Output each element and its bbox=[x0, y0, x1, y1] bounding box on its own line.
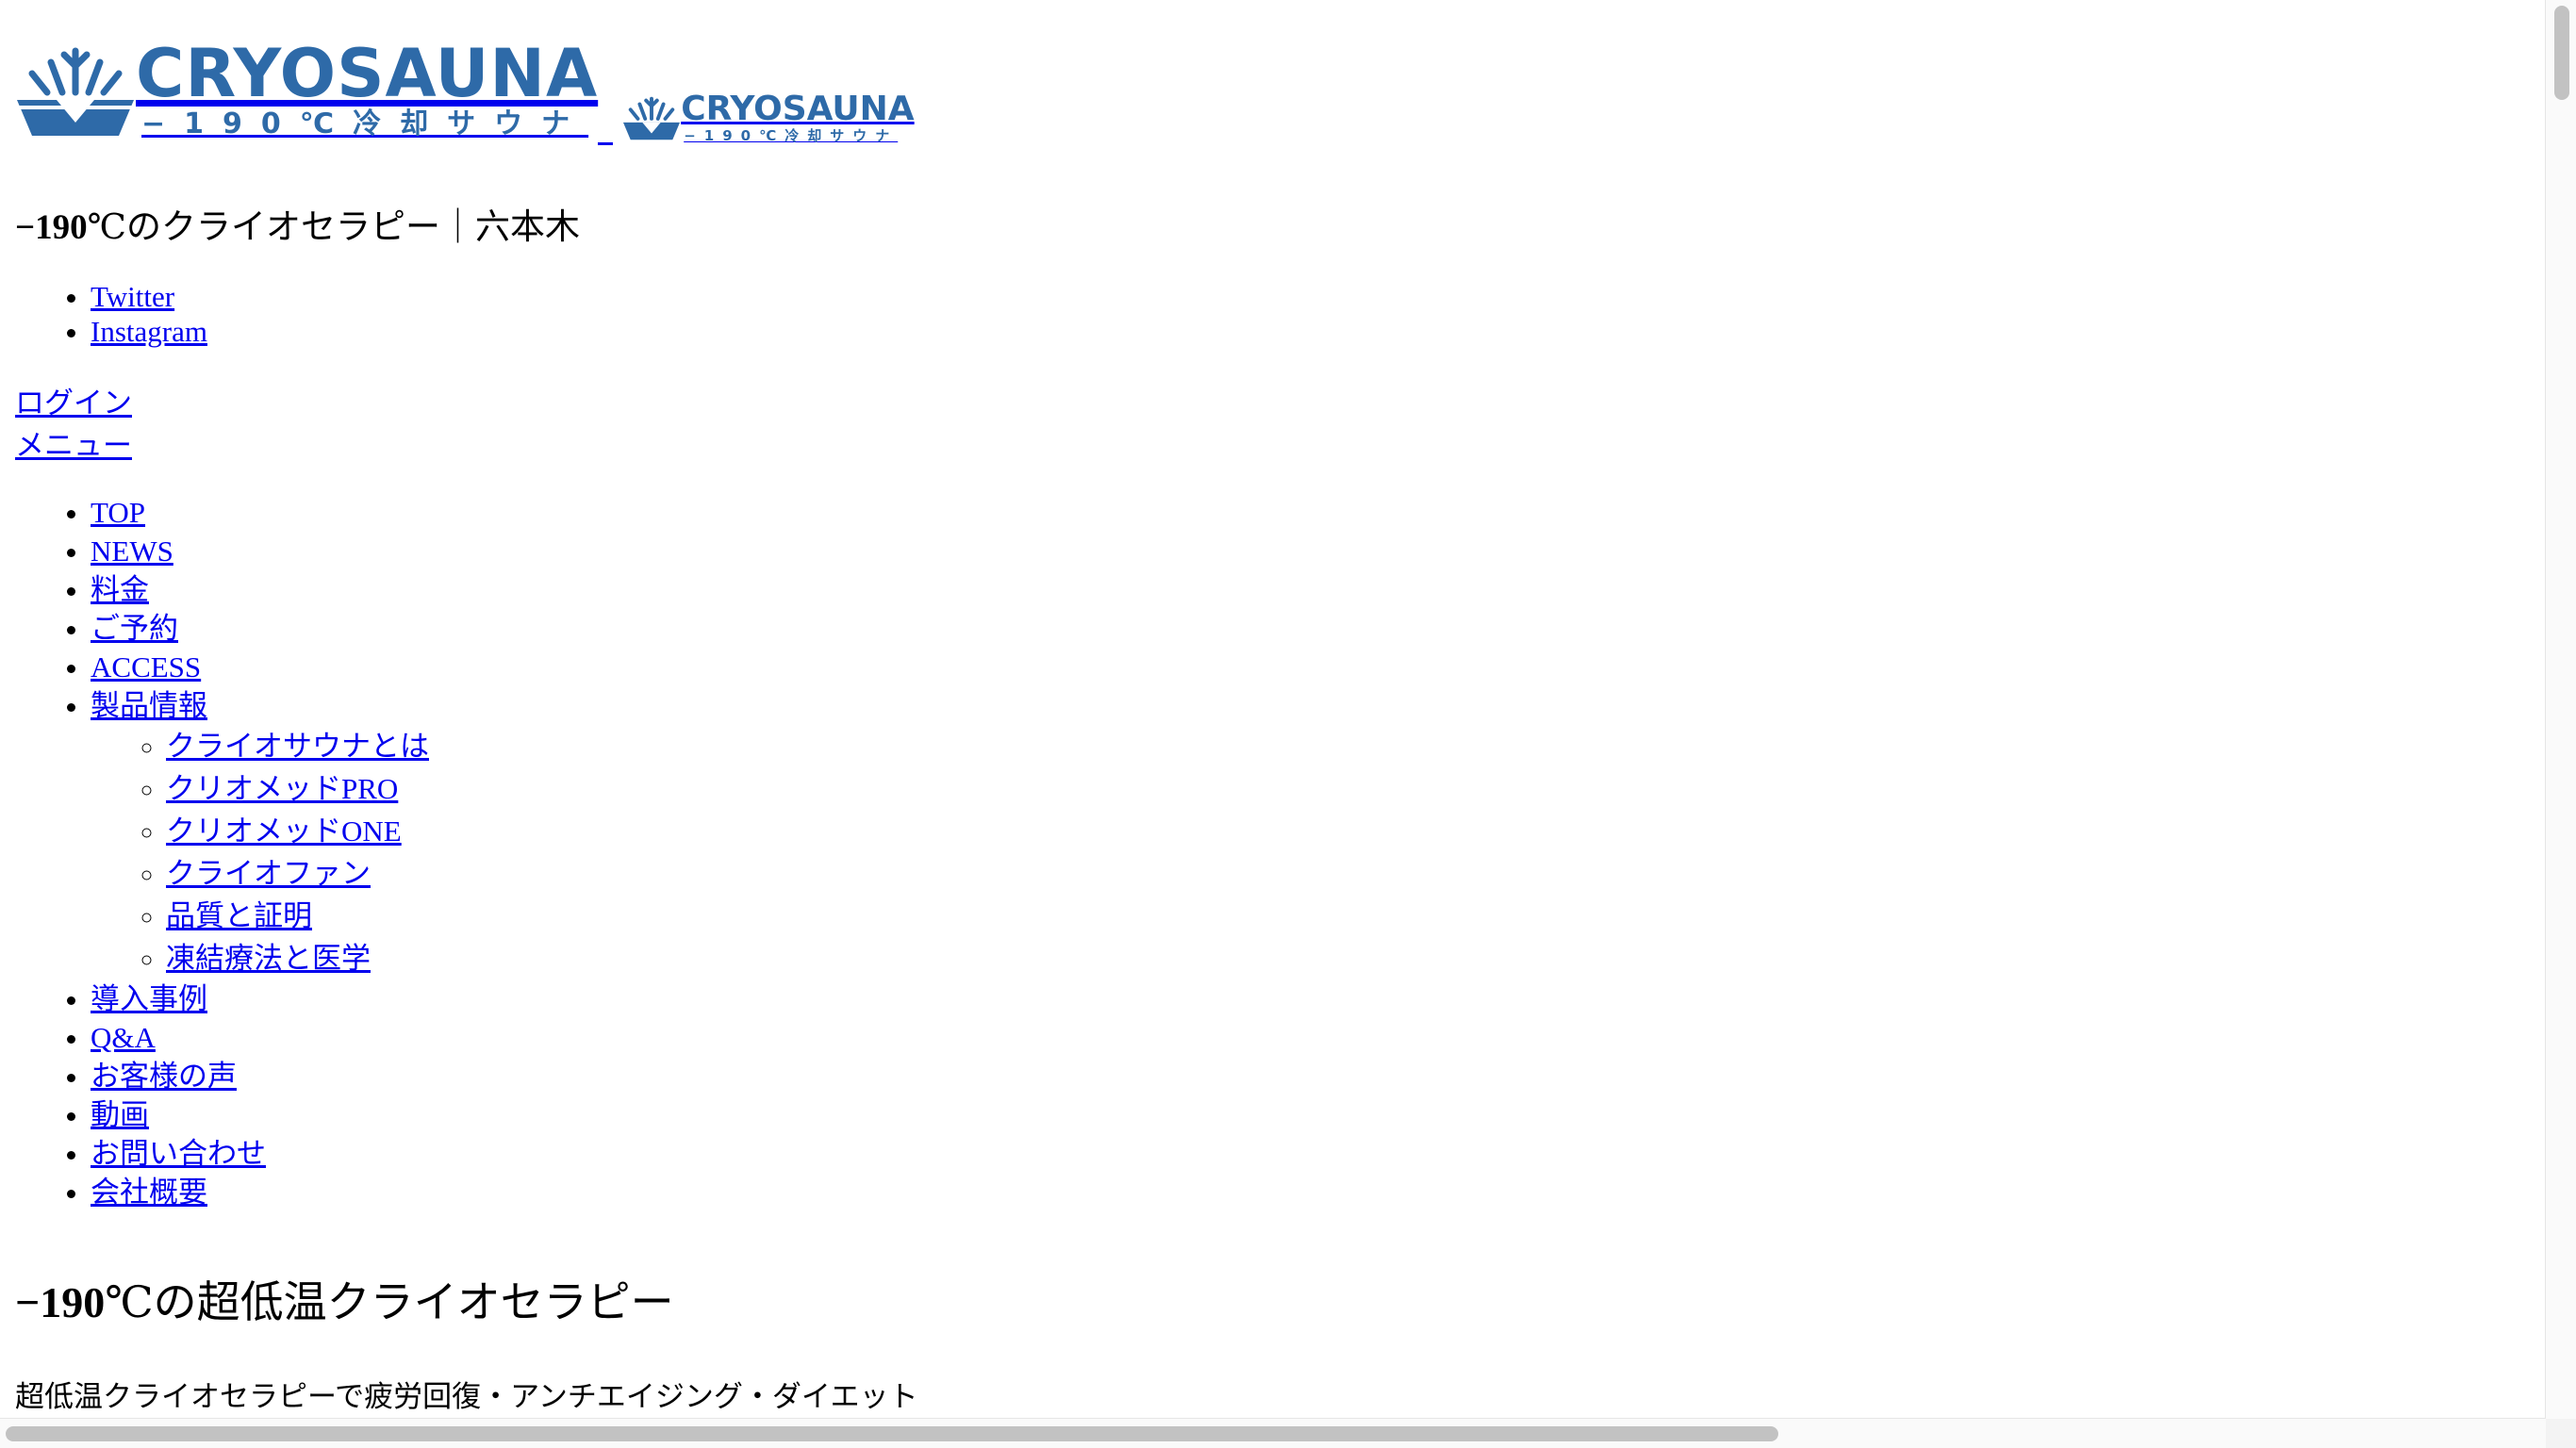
submenu-item: クリオメッドONE bbox=[166, 810, 429, 852]
submenu-link-cryotherapy-medicine[interactable]: 凍結療法と医学 bbox=[166, 942, 371, 975]
snowflake-sauna-icon bbox=[622, 93, 681, 142]
submenu-link-about-cryosauna[interactable]: クライオサウナとは bbox=[166, 730, 429, 763]
nav-link-testimonials[interactable]: お客様の声 bbox=[91, 1060, 237, 1093]
submenu-link-cryomed-pro[interactable]: クリオメッドPRO bbox=[166, 772, 398, 805]
nav-item-company: 会社概要 bbox=[91, 1173, 429, 1211]
main-navigation: TOP NEWS 料金 ご予約 ACCESS 製品情報 クライオサウナとは クリ… bbox=[91, 493, 429, 1211]
nav-item-faq: Q&A bbox=[91, 1018, 429, 1057]
vertical-scrollbar[interactable] bbox=[2545, 0, 2576, 1419]
site-title-text: ℃のクライオセラピー｜六本木 bbox=[87, 208, 580, 247]
submenu-item: クライオファン bbox=[166, 852, 429, 895]
login-link[interactable]: ログイン bbox=[15, 387, 132, 420]
twitter-link[interactable]: Twitter bbox=[91, 280, 174, 313]
nav-item-testimonials: お客様の声 bbox=[91, 1057, 429, 1095]
hero-title-temp: −190 bbox=[15, 1278, 106, 1326]
scrollbar-corner bbox=[2546, 1419, 2576, 1448]
list-item: Twitter bbox=[91, 279, 207, 314]
menu-link[interactable]: メニュー bbox=[15, 429, 132, 462]
link-underline bbox=[598, 137, 614, 145]
nav-link-cases[interactable]: 導入事例 bbox=[91, 982, 207, 1015]
nav-link-faq[interactable]: Q&A bbox=[91, 1021, 156, 1054]
submenu-link-quality[interactable]: 品質と証明 bbox=[166, 899, 312, 932]
horizontal-scrollbar-thumb[interactable] bbox=[6, 1426, 1778, 1441]
nav-link-products[interactable]: 製品情報 bbox=[91, 689, 207, 722]
hero-subtitle: 超低温クライオセラピーで疲労回復・アンチエイジング・ダイエット bbox=[15, 1380, 918, 1413]
hero-title: −190℃の超低温クライオセラピー bbox=[15, 1268, 674, 1330]
submenu-link-cryomed-one[interactable]: クリオメッドONE bbox=[166, 814, 402, 847]
nav-item-contact: お問い合わせ bbox=[91, 1134, 429, 1173]
nav-item-top: TOP bbox=[91, 493, 429, 532]
cryosauna-logo-large: CRYOSAUNA −190℃冷却サウナ bbox=[15, 34, 598, 147]
hero-title-text: ℃の超低温クライオセラピー bbox=[105, 1278, 674, 1326]
logo-brand-text: CRYOSAUNA bbox=[681, 90, 915, 128]
instagram-link[interactable]: Instagram bbox=[91, 315, 207, 348]
list-item: Instagram bbox=[91, 314, 207, 349]
auth-links: ログイン メニュー bbox=[15, 382, 132, 467]
logo-tagline-text: −190℃冷却サウナ bbox=[684, 127, 899, 144]
submenu-item: クリオメッドPRO bbox=[166, 767, 429, 810]
nav-item-videos: 動画 bbox=[91, 1095, 429, 1134]
nav-item-pricing: 料金 bbox=[91, 570, 429, 609]
nav-item-cases: 導入事例 bbox=[91, 979, 429, 1018]
site-title-temp: −190 bbox=[15, 208, 88, 247]
nav-link-company[interactable]: 会社概要 bbox=[91, 1176, 207, 1209]
site-title: −190℃のクライオセラピー｜六本木 bbox=[15, 198, 580, 249]
social-links: Twitter Instagram bbox=[91, 279, 207, 349]
nav-link-access[interactable]: ACCESS bbox=[91, 650, 201, 683]
home-logo-link[interactable]: CRYOSAUNA −190℃冷却サウナ CRYOSAUNA −190℃冷却サウ… bbox=[15, 34, 915, 147]
submenu-item: 凍結療法と医学 bbox=[166, 937, 429, 979]
submenu-item: クライオサウナとは bbox=[166, 725, 429, 767]
page: CRYOSAUNA −190℃冷却サウナ CRYOSAUNA −190℃冷却サウ… bbox=[0, 0, 2546, 1419]
nav-link-pricing[interactable]: 料金 bbox=[91, 573, 149, 606]
nav-item-products: 製品情報 クライオサウナとは クリオメッドPRO クリオメッドONE クライオフ… bbox=[91, 686, 429, 979]
logo-tagline-text: −190℃冷却サウナ bbox=[141, 107, 589, 140]
submenu-item: 品質と証明 bbox=[166, 895, 429, 937]
cryosauna-logo-small: CRYOSAUNA −190℃冷却サウナ bbox=[622, 89, 915, 147]
submenu-link-cryofan[interactable]: クライオファン bbox=[166, 857, 371, 890]
logo-brand-text: CRYOSAUNA bbox=[136, 35, 599, 112]
nav-item-news: NEWS bbox=[91, 532, 429, 570]
nav-item-reservation: ご予約 bbox=[91, 609, 429, 648]
snowflake-sauna-icon bbox=[15, 41, 136, 140]
nav-link-top[interactable]: TOP bbox=[91, 496, 145, 529]
nav-item-access: ACCESS bbox=[91, 648, 429, 686]
nav-link-news[interactable]: NEWS bbox=[91, 535, 173, 568]
horizontal-scrollbar[interactable] bbox=[0, 1418, 2546, 1448]
nav-link-videos[interactable]: 動画 bbox=[91, 1098, 149, 1131]
nav-link-contact[interactable]: お問い合わせ bbox=[91, 1137, 266, 1170]
nav-link-reservation[interactable]: ご予約 bbox=[91, 612, 178, 645]
products-submenu: クライオサウナとは クリオメッドPRO クリオメッドONE クライオファン 品質… bbox=[91, 725, 429, 979]
vertical-scrollbar-thumb[interactable] bbox=[2554, 6, 2569, 100]
